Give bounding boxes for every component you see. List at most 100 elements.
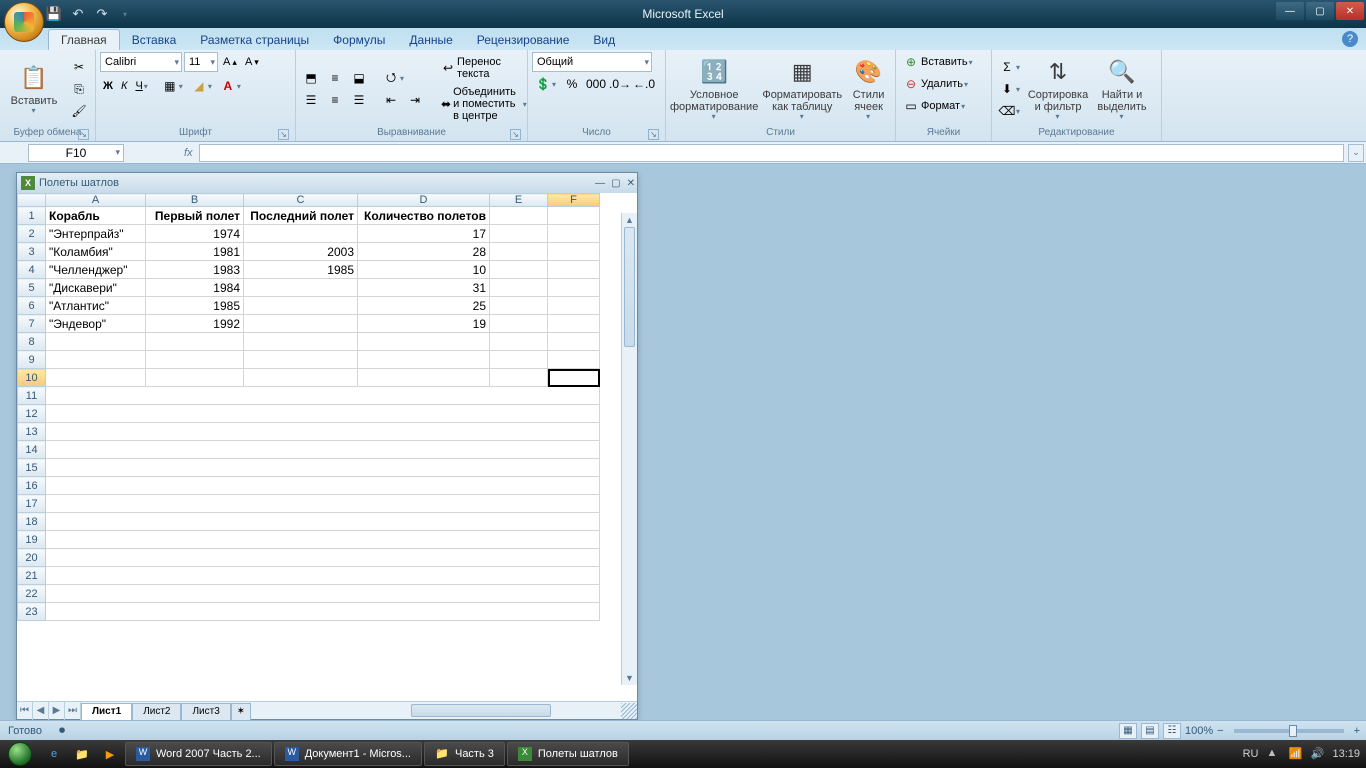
cell[interactable] <box>548 351 600 369</box>
orientation-button[interactable]: ⭯▾ <box>380 68 407 88</box>
name-box[interactable]: F10 <box>28 144 124 162</box>
select-all-corner[interactable] <box>18 194 46 207</box>
row-header[interactable]: 14 <box>18 441 46 459</box>
child-minimize-button[interactable]: — <box>595 178 605 189</box>
row-header[interactable]: 1 <box>18 207 46 225</box>
align-left-button[interactable]: ☰ <box>300 90 322 110</box>
expand-icon[interactable]: ↘ <box>78 129 89 140</box>
row-header[interactable]: 23 <box>18 603 46 621</box>
workbook-titlebar[interactable]: X Полеты шатлов — ▢ ✕ <box>17 173 637 193</box>
sheet-tab-3[interactable]: Лист3 <box>181 703 230 720</box>
row-header[interactable]: 9 <box>18 351 46 369</box>
task-document[interactable]: WДокумент1 - Micros... <box>274 742 422 766</box>
comma-button[interactable]: 000 <box>585 74 607 94</box>
cell[interactable] <box>548 225 600 243</box>
new-sheet-button[interactable]: ✶ <box>231 703 251 720</box>
cell[interactable]: 1984 <box>146 279 244 297</box>
row-header[interactable]: 21 <box>18 567 46 585</box>
row-header[interactable]: 10 <box>18 369 46 387</box>
tab-view[interactable]: Вид <box>581 30 627 50</box>
clock[interactable]: 13:19 <box>1332 748 1360 760</box>
cell[interactable] <box>490 351 548 369</box>
col-header-a[interactable]: A <box>46 194 146 207</box>
cell[interactable] <box>490 315 548 333</box>
cell[interactable]: 10 <box>358 261 490 279</box>
tab-last-button[interactable]: ⏭ <box>65 702 81 720</box>
cell[interactable] <box>244 279 358 297</box>
cell[interactable] <box>46 441 600 459</box>
row-header[interactable]: 6 <box>18 297 46 315</box>
insert-cells-button[interactable]: ⊕Вставить▾ <box>900 52 976 72</box>
row-header[interactable]: 18 <box>18 513 46 531</box>
cell[interactable]: Корабль <box>46 207 146 225</box>
cell[interactable] <box>244 351 358 369</box>
pin-ie[interactable]: e <box>40 742 68 766</box>
resize-grip-icon[interactable] <box>621 703 637 719</box>
cell[interactable] <box>490 243 548 261</box>
tab-prev-button[interactable]: ◀ <box>33 702 49 720</box>
worksheet-grid[interactable]: A B C D E F 1 Корабль Первый полет После… <box>17 193 637 701</box>
tab-formulas[interactable]: Формулы <box>321 30 397 50</box>
tab-insert[interactable]: Вставка <box>120 30 189 50</box>
merge-center-button[interactable]: ⬌Объединить и поместить в центре▾ <box>438 84 530 124</box>
row-header[interactable]: 13 <box>18 423 46 441</box>
zoom-slider[interactable] <box>1234 729 1344 733</box>
cell[interactable]: Первый полет <box>146 207 244 225</box>
view-pagebreak-button[interactable]: ☷ <box>1163 723 1181 739</box>
cell[interactable] <box>46 423 600 441</box>
cell[interactable]: "Коламбия" <box>46 243 146 261</box>
col-header-f[interactable]: F <box>548 194 600 207</box>
pin-explorer[interactable]: 📁 <box>68 742 96 766</box>
grow-font-button[interactable]: A▴ <box>220 54 240 70</box>
expand-icon[interactable]: ↘ <box>278 129 289 140</box>
align-center-button[interactable]: ≡ <box>324 90 346 110</box>
view-normal-button[interactable]: ▦ <box>1119 723 1137 739</box>
tab-review[interactable]: Рецензирование <box>465 30 582 50</box>
task-folder[interactable]: 📁Часть 3 <box>424 742 505 766</box>
start-button[interactable] <box>0 740 40 768</box>
tray-flag-icon[interactable]: ▲ <box>1266 747 1280 761</box>
cell[interactable] <box>46 369 146 387</box>
child-maximize-button[interactable]: ▢ <box>611 178 620 189</box>
cell[interactable] <box>46 477 600 495</box>
macro-record-icon[interactable]: ⏺ <box>54 723 70 739</box>
font-name-combo[interactable]: Calibri <box>100 52 182 72</box>
cell[interactable]: 2003 <box>244 243 358 261</box>
cell[interactable] <box>46 549 600 567</box>
maximize-button[interactable]: ▢ <box>1306 2 1334 20</box>
office-button[interactable] <box>4 2 44 42</box>
row-header[interactable]: 22 <box>18 585 46 603</box>
cell[interactable] <box>46 585 600 603</box>
task-excel[interactable]: XПолеты шатлов <box>507 742 629 766</box>
row-header[interactable]: 19 <box>18 531 46 549</box>
tray-network-icon[interactable]: 📶 <box>1288 747 1302 761</box>
col-header-e[interactable]: E <box>490 194 548 207</box>
cell[interactable]: 1983 <box>146 261 244 279</box>
cell[interactable] <box>244 225 358 243</box>
tab-next-button[interactable]: ▶ <box>49 702 65 720</box>
cell[interactable]: 31 <box>358 279 490 297</box>
cell[interactable] <box>146 369 244 387</box>
row-header[interactable]: 16 <box>18 477 46 495</box>
col-header-d[interactable]: D <box>358 194 490 207</box>
tab-data[interactable]: Данные <box>397 30 464 50</box>
cell[interactable] <box>548 333 600 351</box>
cell[interactable]: 17 <box>358 225 490 243</box>
cell[interactable] <box>244 315 358 333</box>
cell[interactable] <box>548 261 600 279</box>
find-select-button[interactable]: 🔍 Найти и выделить▾ <box>1093 57 1151 122</box>
sheet-tab-2[interactable]: Лист2 <box>132 703 181 720</box>
conditional-formatting-button[interactable]: 🔢 Условное форматирование▾ <box>670 57 758 122</box>
child-close-button[interactable]: ✕ <box>627 178 635 189</box>
cell[interactable]: 1992 <box>146 315 244 333</box>
paste-button[interactable]: 📋 Вставить ▾ <box>4 63 64 116</box>
vertical-scrollbar[interactable]: ▲ ▼ <box>621 213 637 685</box>
copy-button[interactable]: ⎘ <box>68 79 90 99</box>
border-button[interactable]: ▦▾ <box>159 76 186 96</box>
indent-dec-button[interactable]: ⇤ <box>380 90 402 110</box>
delete-cells-button[interactable]: ⊖Удалить▾ <box>900 74 971 94</box>
shrink-font-button[interactable]: A▾ <box>242 54 262 70</box>
fx-icon[interactable]: fx <box>184 147 193 159</box>
col-header-c[interactable]: C <box>244 194 358 207</box>
format-cells-button[interactable]: ▭Формат▾ <box>900 96 968 116</box>
